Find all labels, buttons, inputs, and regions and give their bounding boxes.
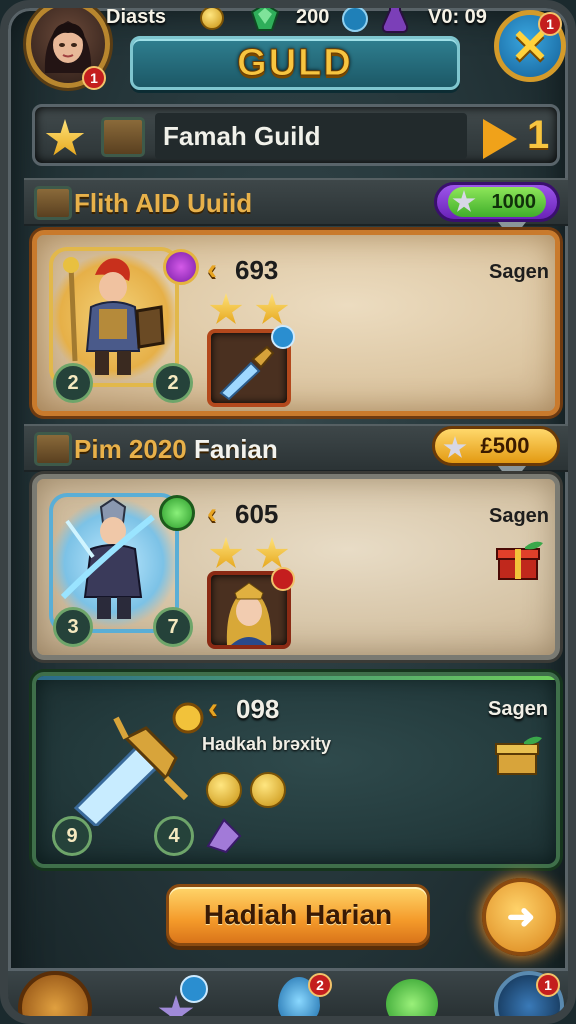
nav-gear-icon[interactable] bbox=[180, 975, 208, 1003]
upgrade-icon[interactable] bbox=[271, 325, 295, 349]
nav-mana-badge: 2 bbox=[308, 973, 332, 997]
player-portrait-icon bbox=[44, 21, 92, 73]
gold-coin-icon bbox=[200, 8, 224, 30]
guild-rank: 1 bbox=[527, 113, 550, 157]
reward-tag: Sagen bbox=[488, 698, 549, 720]
guild-name: Famah Guild bbox=[155, 113, 467, 159]
reward-pill-2[interactable]: £500 bbox=[432, 426, 560, 466]
share-arrow-button[interactable]: ➜ bbox=[482, 878, 560, 956]
rank-chevron-icon: ‹ bbox=[207, 253, 217, 286]
section-header-title: Flith AID Uuiid bbox=[74, 188, 253, 218]
level-badge-right: 4 bbox=[154, 816, 194, 856]
level-badge-right: 7 bbox=[153, 607, 193, 647]
class-gear-icon bbox=[163, 249, 199, 285]
currency-amount: 200 bbox=[296, 6, 330, 28]
card-top-glow bbox=[36, 676, 556, 680]
reward-value: £500 bbox=[480, 433, 530, 458]
member-power-value: 693 bbox=[235, 255, 279, 285]
section-chest-icon bbox=[34, 432, 72, 466]
play-arrow-icon[interactable] bbox=[483, 119, 517, 159]
reward-pill-1[interactable]: 1000 bbox=[434, 182, 560, 222]
nav-home-icon[interactable] bbox=[18, 971, 92, 1016]
section-chest-icon bbox=[34, 186, 72, 220]
gold-coin-icon bbox=[250, 772, 286, 808]
rating-star-icon bbox=[209, 293, 243, 324]
member-card-2[interactable]: 3 7 ‹ 605 Sagen bbox=[32, 474, 560, 660]
member-power-value: 605 bbox=[235, 499, 279, 529]
reward-power-value: 098 bbox=[236, 694, 280, 724]
level-badge-left: 9 bbox=[52, 816, 92, 856]
reward-card[interactable]: 9 4 ‹ 098 Hadkah brəxity Sagen bbox=[32, 672, 560, 868]
rank-chevron-icon: ‹ bbox=[208, 692, 218, 725]
rating-star-icon bbox=[255, 537, 289, 568]
rank-chevron-icon: ‹ bbox=[207, 497, 217, 530]
daily-reward-label: Hadiah Harian bbox=[203, 899, 393, 930]
level-badge-right: 2 bbox=[153, 363, 193, 403]
rating-star-icon bbox=[255, 293, 289, 324]
player-name: Diasts bbox=[106, 6, 167, 28]
guild-chest-icon bbox=[101, 117, 145, 157]
alert-icon bbox=[271, 567, 295, 591]
reward-value: 1000 bbox=[491, 190, 537, 213]
gem-icon bbox=[250, 8, 280, 31]
guild-name-row: Famah Guild 1 bbox=[32, 104, 560, 166]
daily-reward-button[interactable]: Hadiah Harian bbox=[166, 884, 430, 946]
add-currency-icon[interactable] bbox=[342, 8, 368, 32]
crystal-shard-icon bbox=[206, 818, 242, 854]
avatar-notification-badge: 1 bbox=[82, 66, 106, 90]
level-badge-left: 3 bbox=[53, 607, 93, 647]
screen-title-banner: GULD bbox=[130, 36, 460, 90]
arrow-right-icon: ➜ bbox=[506, 898, 536, 936]
potion-icon bbox=[381, 8, 409, 33]
bottom-nav: 2 1 bbox=[8, 968, 568, 1016]
reward-subtitle: Hadkah brəxity bbox=[202, 734, 332, 754]
favorite-star-icon[interactable] bbox=[45, 119, 85, 156]
section-header-title: Pim 2020 Fanian bbox=[74, 434, 278, 464]
screen-title: GULD bbox=[237, 41, 353, 84]
silver-star-icon bbox=[443, 436, 467, 458]
rating-star-icon bbox=[209, 537, 243, 568]
nav-potion-icon[interactable] bbox=[386, 979, 438, 1016]
level-badge-left: 2 bbox=[53, 363, 93, 403]
member-card-1[interactable]: 2 2 ‹ 693 Sagen bbox=[32, 230, 560, 416]
member-tag: Sagen bbox=[489, 261, 550, 283]
treasure-chest-icon[interactable] bbox=[494, 734, 544, 776]
warrior-hero-icon bbox=[63, 257, 165, 375]
close-notification-badge: 1 bbox=[538, 12, 562, 36]
silver-star-icon bbox=[452, 190, 476, 212]
nav-portal-badge: 1 bbox=[536, 973, 560, 997]
gold-coin-icon bbox=[206, 772, 242, 808]
relic-sword-icon bbox=[73, 702, 204, 826]
class-gear-icon bbox=[159, 495, 195, 531]
game-screen: 1 Diasts 200 V0: 09 ✕ 1 GULD Famah Guild… bbox=[0, 0, 576, 1024]
gift-box-icon[interactable] bbox=[495, 539, 545, 581]
timer-text: V0: 09 bbox=[428, 6, 487, 28]
member-tag: Sagen bbox=[489, 505, 550, 527]
